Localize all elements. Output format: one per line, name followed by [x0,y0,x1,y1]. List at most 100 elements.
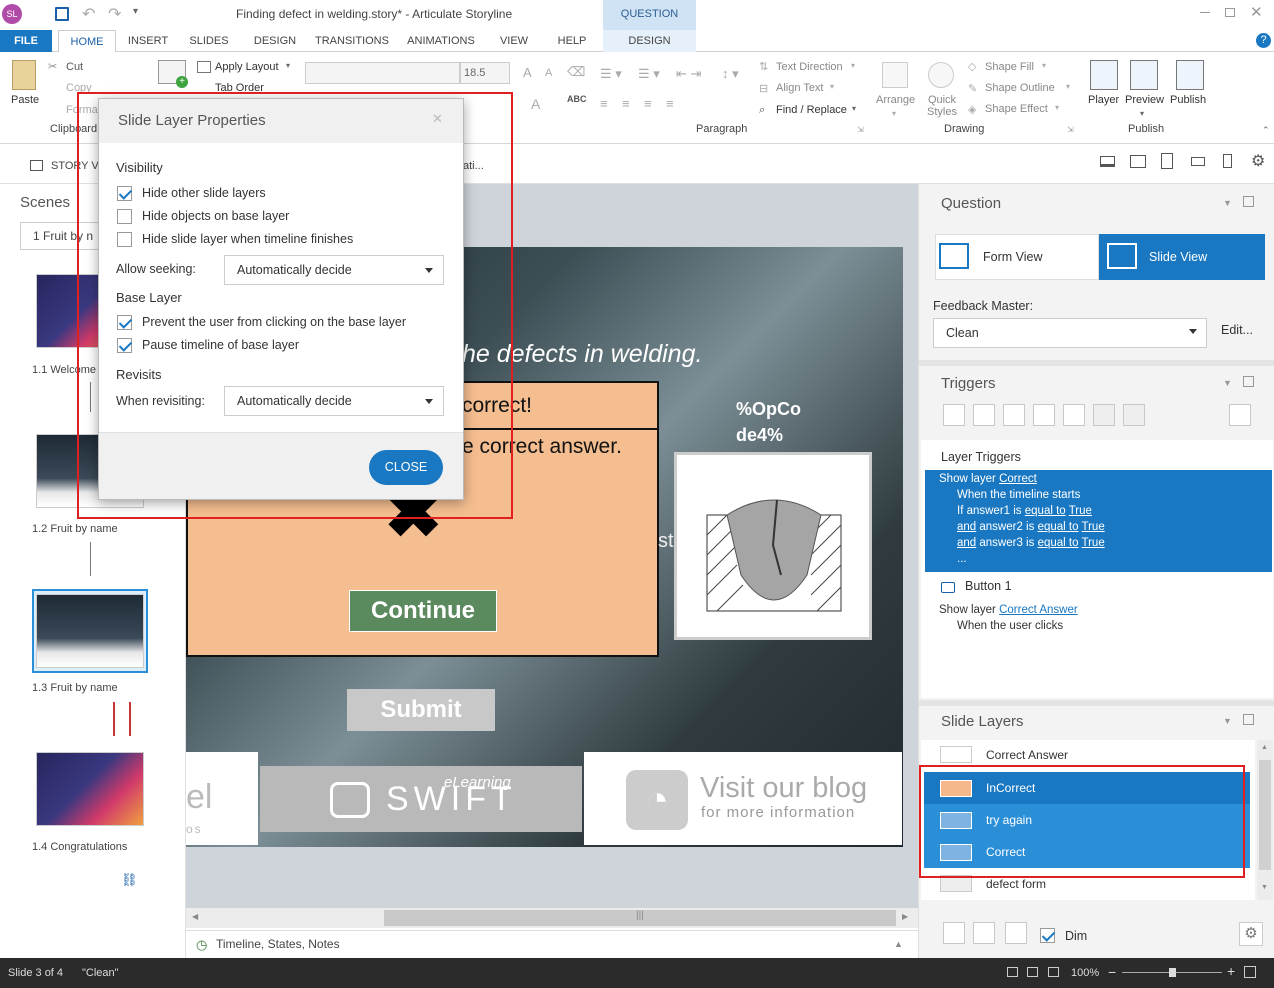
numbering-icon[interactable]: ☰ ▾ [638,66,660,82]
layers-scroll-down-icon[interactable]: ▼ [1261,884,1268,891]
player-button[interactable]: Player [1088,94,1119,106]
continue-button[interactable]: Continue [349,590,497,632]
apply-layout-button[interactable]: Apply Layout [215,61,279,73]
layers-float-icon[interactable] [1243,714,1254,725]
trigger2-layer-link[interactable]: Correct Answer [999,604,1078,616]
edit-feedback-link[interactable]: Edit... [1221,323,1253,337]
preview-icon[interactable] [1130,60,1158,90]
paste-icon[interactable] [12,60,36,90]
justify-icon[interactable]: ≡ [666,96,674,111]
question-collapse-icon[interactable]: ▼ [1223,198,1232,208]
line-spacing-icon[interactable]: ↕ ▾ [722,66,739,82]
font-size-input[interactable]: 18.5 [460,62,510,84]
tab-transitions[interactable]: TRANSITIONS [312,30,392,52]
font-color-icon[interactable]: A [531,96,540,112]
tab-view[interactable]: VIEW [492,30,536,52]
selected-trigger[interactable]: Show layer Correct When the timeline sta… [925,470,1272,572]
restore-icon[interactable] [1225,8,1235,17]
new-trigger-icon[interactable] [943,404,965,426]
close-window-icon[interactable]: ✕ [1250,3,1263,21]
delete-layer-icon[interactable] [1005,922,1027,944]
layer-settings-gear-icon[interactable]: ⚙ [1239,922,1263,946]
trigger-eq-link-1[interactable]: equal to [1025,505,1066,517]
desktop-view-icon[interactable] [1100,156,1115,167]
font-family-input[interactable] [305,62,460,84]
paragraph-dialog-launcher-icon[interactable]: ⇲ [857,125,864,134]
tab-animations[interactable]: ANIMATIONS [400,30,482,52]
variables-icon[interactable] [1229,404,1251,426]
story-view-status-icon[interactable] [1048,967,1059,977]
arrange-icon[interactable] [882,62,908,88]
layers-collapse-icon[interactable]: ▼ [1223,716,1232,726]
align-left-icon[interactable]: ≡ [600,96,608,111]
trigger-true-link-2[interactable]: True [1082,521,1105,533]
slide-thumbnail-1-4[interactable] [36,752,144,826]
player-icon[interactable] [1090,60,1118,90]
move-down-icon[interactable] [1123,404,1145,426]
zoom-out-icon[interactable]: − [1108,964,1116,980]
trigger-and-link-1[interactable]: and [957,521,976,533]
button1-label[interactable]: Button 1 [965,579,1012,593]
paste-trigger-icon[interactable] [1033,404,1055,426]
indent-icon[interactable]: ⇤ ⇥ [676,66,701,82]
cut-button[interactable]: Cut [66,61,83,73]
tab-slides[interactable]: SLIDES [182,30,236,52]
save-icon[interactable] [55,7,69,21]
slide-thumbnail-1-3[interactable] [36,594,144,668]
ribbon-collapse-icon[interactable]: ⌃ [1262,125,1270,136]
tab-file[interactable]: FILE [0,30,52,52]
trigger-true-link-3[interactable]: True [1082,537,1105,549]
phone-landscape-icon[interactable] [1191,157,1205,166]
tablet-portrait-icon[interactable] [1161,153,1173,169]
minimize-icon[interactable] [1200,12,1210,13]
tab-help[interactable]: HELP [550,30,594,52]
trigger-eq-link-2[interactable]: equal to [1038,521,1079,533]
drawing-dialog-launcher-icon[interactable]: ⇲ [1067,125,1074,134]
copy-trigger-icon[interactable] [1003,404,1025,426]
move-up-icon[interactable] [1093,404,1115,426]
layers-scrollbar[interactable]: ▲ ▼ [1257,740,1273,900]
quick-styles-icon[interactable] [928,62,954,88]
shape-effect-chevron-icon[interactable]: ▾ [1055,103,1059,112]
align-center-icon[interactable]: ≡ [622,96,630,111]
grid-view-icon[interactable] [1027,967,1038,977]
layers-scroll-up-icon[interactable]: ▲ [1261,744,1268,751]
arrange-button[interactable]: Arrange [876,94,915,106]
align-text-button[interactable]: Align Text [776,82,824,94]
undo-icon[interactable]: ↶ [82,4,95,24]
quick-styles-button[interactable]: Quick Styles [924,94,960,118]
shape-fill-chevron-icon[interactable]: ▾ [1042,61,1046,70]
publish-icon[interactable] [1176,60,1204,90]
tablet-landscape-icon[interactable] [1130,155,1146,168]
text-direction-chevron-icon[interactable]: ▾ [851,61,855,70]
publish-button[interactable]: Publish [1170,94,1206,106]
submit-button[interactable]: Submit [347,689,495,731]
new-layer-icon[interactable] [943,922,965,944]
triggers-float-icon[interactable] [1243,376,1254,387]
spelling-icon[interactable]: ABC [567,94,587,104]
tab-insert[interactable]: INSERT [120,30,176,52]
find-replace-button[interactable]: Find / Replace [776,104,847,116]
zoom-in-icon[interactable]: + [1227,963,1235,979]
scroll-left-icon[interactable]: ◀ [192,912,198,921]
phone-portrait-icon[interactable] [1223,154,1232,168]
tab-home[interactable]: HOME [58,30,116,52]
customize-qat-icon[interactable]: ▾ [133,6,138,17]
timeline-bar[interactable]: ◷ Timeline, States, Notes ▲ [186,930,918,958]
trigger-and-link-2[interactable]: and [957,537,976,549]
align-right-icon[interactable]: ≡ [644,96,652,111]
bullets-icon[interactable]: ☰ ▾ [600,66,622,82]
preview-button[interactable]: Preview [1125,94,1164,106]
text-direction-button[interactable]: Text Direction [776,61,843,73]
trigger-eq-link-3[interactable]: equal to [1038,537,1079,549]
fit-window-icon[interactable] [1244,966,1256,978]
zoom-slider-thumb[interactable] [1169,968,1176,977]
tab-question-design[interactable]: DESIGN [603,30,696,52]
scroll-right-icon[interactable]: ▶ [902,912,908,921]
tab-design[interactable]: DESIGN [246,30,304,52]
delete-trigger-icon[interactable] [1063,404,1085,426]
duplicate-layer-icon[interactable] [973,922,995,944]
triggers-collapse-icon[interactable]: ▼ [1223,378,1232,388]
edit-trigger-icon[interactable] [973,404,995,426]
trigger-true-link-1[interactable]: True [1069,505,1092,517]
